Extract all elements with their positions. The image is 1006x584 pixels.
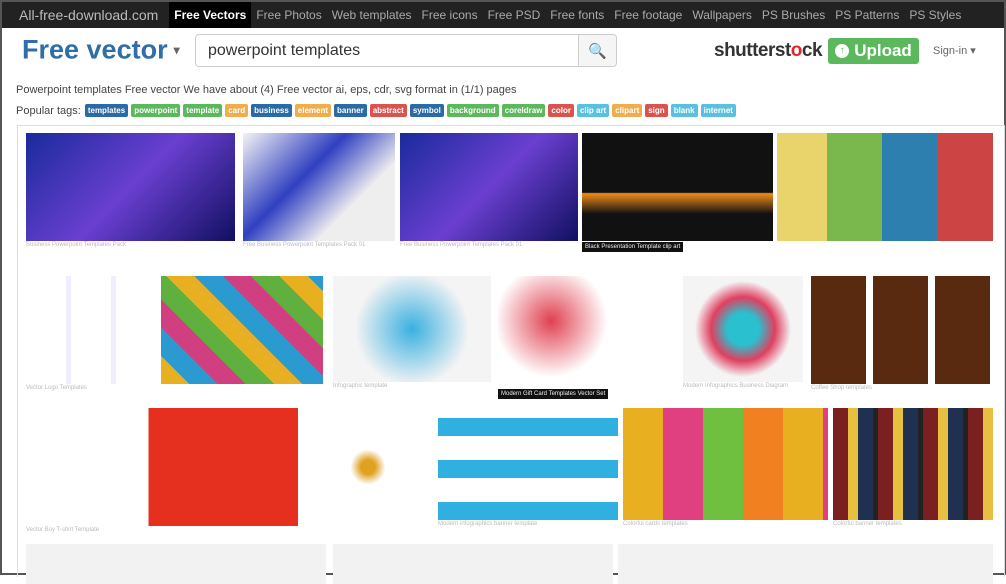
site-logo-dropdown[interactable]: Free vector ▾ [22,33,180,65]
result-thumbnail[interactable] [438,408,618,520]
thumbnail-caption[interactable]: Vector Boy T-shirt Template [26,527,99,533]
tag-blank[interactable]: blank [670,104,698,117]
tag-element[interactable]: element [294,104,332,117]
search-bar: 🔍 [195,34,617,67]
nav-item[interactable]: Web templates [327,2,417,28]
result-thumbnail[interactable] [777,133,993,241]
nav-item[interactable]: Free icons [417,2,483,28]
result-thumbnail[interactable] [400,133,578,241]
nav-item[interactable]: Free Vectors [169,2,252,28]
nav-item[interactable]: Free PSD [483,2,546,28]
header: Free vector▾ 🔍 shutterstock ↑Upload Sign… [2,28,1004,76]
result-thumbnail[interactable] [833,408,993,520]
nav-item[interactable]: Free Photos [251,2,326,28]
shutterstock-logo[interactable]: shutterstock [714,40,823,62]
thumbnail-caption[interactable]: Modern Infographics Business Diagram [683,383,788,389]
result-thumbnail[interactable] [618,544,993,584]
search-input[interactable] [196,35,578,66]
result-thumbnail[interactable] [683,276,803,382]
tag-banner[interactable]: banner [334,104,367,117]
thumbnail-caption[interactable]: Colorful banner templates [833,521,902,527]
upload-button[interactable]: ↑ Upload [828,38,919,64]
result-thumbnail[interactable] [161,276,323,384]
thumbnail-caption[interactable]: Free Business Powerpoint Templates Pack … [400,242,522,248]
thumbnail-caption[interactable]: Colorful cards templates [623,521,688,527]
nav-item[interactable]: PS Patterns [830,2,904,28]
nav-item[interactable]: PS Brushes [757,2,830,28]
search-icon: 🔍 [588,42,607,60]
thumbnail-caption[interactable]: Vector Logo Templates [26,385,87,391]
tag-business[interactable]: business [251,104,292,117]
results-grid: Business Powerpoint Templates Pack Free B… [17,125,1005,584]
sign-in-dropdown[interactable]: Sign-in ▾ [933,44,976,57]
popular-tags: Popular tags: templates powerpoint template… [16,104,736,117]
result-thumbnail[interactable] [303,408,433,526]
site-brand-link[interactable]: All-free-download.com [14,2,163,28]
thumbnail-caption[interactable]: Coffee Shop templates [811,385,872,391]
tag-background[interactable]: background [446,104,499,117]
result-thumbnail[interactable] [811,276,993,384]
thumbnail-caption[interactable]: Free Business Powerpoint Templates Pack … [243,242,365,248]
tag-coreldraw[interactable]: coreldraw [501,104,546,117]
tag-color[interactable]: color [548,104,574,117]
thumbnail-caption[interactable]: Black Presentation Template clip art [582,242,684,252]
result-thumbnail[interactable] [333,276,491,382]
tag-powerpoint[interactable]: powerpoint [131,104,181,117]
thumbnail-caption[interactable]: Business Powerpoint Templates Pack [26,242,126,248]
tag-abstract[interactable]: abstract [369,104,407,117]
result-thumbnail[interactable] [333,544,613,584]
nav-item[interactable]: Free fonts [545,2,609,28]
thumbnail-caption[interactable]: Modern Gift Card Templates Vector Set [498,389,609,399]
result-thumbnail[interactable] [26,408,298,526]
top-nav: All-free-download.com Free Vectors Free P… [2,2,1004,28]
tags-label: Popular tags: [16,104,81,117]
result-thumbnail[interactable] [26,276,153,384]
tag-templates[interactable]: templates [84,104,129,117]
tag-template[interactable]: template [183,104,223,117]
result-thumbnail[interactable] [26,133,235,241]
results-info: Powerpoint templates Free vector We have… [16,84,517,96]
nav-item[interactable]: Free footage [609,2,687,28]
result-thumbnail[interactable] [26,544,326,584]
thumbnail-caption[interactable]: Infographic template [333,383,387,389]
tag-symbol[interactable]: symbol [409,104,444,117]
result-thumbnail[interactable] [623,408,828,520]
upload-icon: ↑ [835,44,850,58]
tag-sign[interactable]: sign [645,104,668,117]
result-thumbnail[interactable] [498,276,675,388]
tag-card[interactable]: card [225,104,249,117]
nav-item[interactable]: PS Styles [904,2,966,28]
nav-item[interactable]: Wallpapers [687,2,757,28]
result-thumbnail[interactable] [582,133,773,241]
tag-clipart[interactable]: clipart [612,104,643,117]
thumbnail-caption[interactable]: Modern infographics banner template [438,521,537,527]
tag-clip-art[interactable]: clip art [576,104,610,117]
result-thumbnail[interactable] [243,133,395,241]
tag-internet[interactable]: internet [700,104,736,117]
search-button[interactable]: 🔍 [578,35,616,66]
